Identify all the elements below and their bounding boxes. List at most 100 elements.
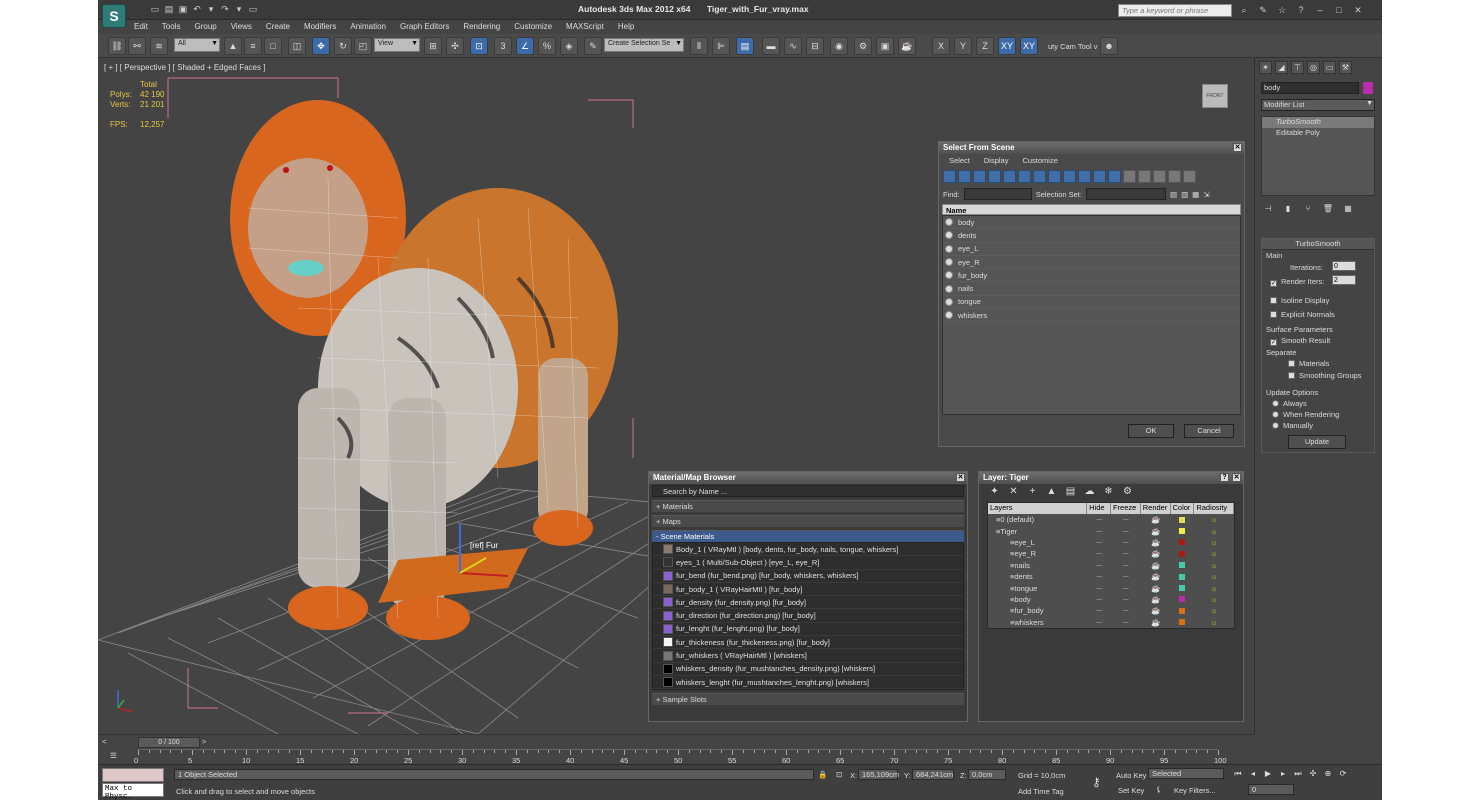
layer-render-toggle[interactable]: ☕	[1141, 537, 1171, 548]
undo-icon[interactable]: ↶	[192, 4, 202, 14]
mirror-icon[interactable]: ⫴	[690, 37, 708, 55]
select-by-name-icon[interactable]: ≡	[244, 37, 262, 55]
layer-color-cell[interactable]	[1171, 605, 1195, 616]
update-always-radio[interactable]	[1272, 400, 1279, 407]
layer-freeze-toggle[interactable]: ─	[1111, 605, 1141, 616]
modify-tab-icon[interactable]: ◢	[1275, 61, 1288, 74]
filter-frozen-icon[interactable]	[1093, 170, 1106, 183]
group-sample-slots[interactable]: + Sample Slots	[652, 693, 964, 706]
object-color-swatch[interactable]	[1363, 82, 1373, 94]
layer-radiosity-toggle[interactable]: ☼	[1194, 514, 1234, 525]
frame-ruler[interactable]: 0 5 10 15 20 25 30 35 40 45 50 55 60 65 70 75 80 85 90 95 10…	[134, 749, 1227, 765]
modifier-list-dropdown[interactable]: Modifier List	[1261, 99, 1375, 111]
save-file-icon[interactable]: ▣	[178, 4, 188, 14]
layer-freeze-toggle[interactable]: ─	[1111, 514, 1141, 525]
add-to-layer-icon[interactable]: +	[1027, 487, 1038, 498]
select-and-scale-icon[interactable]: ◰	[354, 37, 372, 55]
col-color[interactable]: Color	[1171, 503, 1195, 514]
favorites-star-icon[interactable]: ☆	[1276, 4, 1288, 16]
layer-freeze-toggle[interactable]: ─	[1111, 582, 1141, 593]
material-row[interactable]: fur_direction (fur_direction.png) [fur_b…	[653, 609, 963, 623]
group-materials[interactable]: + Materials	[652, 500, 964, 512]
iterations-spinner[interactable]: 0	[1332, 261, 1356, 272]
filter-bones-icon[interactable]	[1063, 170, 1076, 183]
select-invert-icon[interactable]: ▦	[1192, 190, 1199, 199]
layer-color-cell[interactable]	[1171, 582, 1195, 593]
rendered-frame-window-icon[interactable]: ▣	[876, 37, 894, 55]
separate-materials-checkbox[interactable]	[1288, 360, 1295, 367]
layer-render-toggle[interactable]: ☕	[1141, 514, 1171, 525]
layer-radiosity-toggle[interactable]: ☼	[1194, 571, 1234, 582]
remove-modifier-icon[interactable]: 🗑	[1321, 204, 1335, 216]
search-keyword-input[interactable]: Type a keyword or phrase	[1118, 4, 1232, 17]
material-row[interactable]: whiskers_lenght (fur_mushtanches_lenght.…	[653, 676, 963, 690]
object-list-item[interactable]: tongue	[943, 296, 1240, 310]
layer-hide-toggle[interactable]: ─	[1087, 617, 1111, 628]
layer-color-cell[interactable]	[1171, 594, 1195, 605]
project-folder-icon[interactable]: ▭	[248, 4, 258, 14]
col-hide[interactable]: Hide	[1087, 503, 1111, 514]
filter-lights-icon[interactable]	[973, 170, 986, 183]
y-coord-field[interactable]: 684,241cm	[912, 769, 954, 780]
pin-stack-icon[interactable]: ⊣	[1261, 204, 1275, 216]
isolate-selection-icon[interactable]: 🔒	[818, 770, 827, 779]
angle-snap-icon[interactable]: ∠	[516, 37, 534, 55]
menu-create[interactable]: Create	[266, 22, 290, 31]
hide-all-icon[interactable]: ☁	[1084, 487, 1095, 498]
next-frame-icon[interactable]: ▸	[1277, 768, 1289, 780]
col-freeze[interactable]: Freeze	[1111, 503, 1141, 514]
name-column-header[interactable]: Name	[942, 204, 1241, 215]
update-button[interactable]: Update	[1288, 435, 1346, 449]
layer-radiosity-toggle[interactable]: ☼	[1194, 605, 1234, 616]
layer-color-cell[interactable]	[1171, 525, 1195, 536]
display-tab-icon[interactable]: ▭	[1323, 61, 1336, 74]
axis-z-button[interactable]: Z	[976, 37, 994, 55]
layer-color-cell[interactable]	[1171, 617, 1195, 628]
filter-groups-icon[interactable]	[1033, 170, 1046, 183]
undo-dropdown-icon[interactable]: ▾	[206, 4, 216, 14]
layer-render-toggle[interactable]: ☕	[1141, 560, 1171, 571]
layer-manager-icon[interactable]: ▤	[736, 37, 754, 55]
display-invert-icon[interactable]	[1153, 170, 1166, 183]
time-slider[interactable]: 0 / 100	[138, 737, 200, 748]
unlink-icon[interactable]: ⚯	[128, 37, 146, 55]
hierarchy-tab-icon[interactable]: ⊤	[1291, 61, 1304, 74]
reference-coordinate-dropdown[interactable]: View	[374, 38, 420, 52]
app-logo[interactable]: S	[102, 4, 126, 28]
spinner-snap-icon[interactable]: ◈	[560, 37, 578, 55]
layer-render-toggle[interactable]: ☕	[1141, 525, 1171, 536]
layer-row[interactable]: ≡ 0 (default) ─ ─ ☕ ☼	[988, 514, 1234, 525]
material-row[interactable]: fur_density (fur_density.png) [fur_body]	[653, 596, 963, 610]
isoline-display-checkbox[interactable]	[1270, 297, 1277, 304]
help-icon[interactable]: ?	[1295, 4, 1307, 16]
material-row[interactable]: fur_lenght (fur_lenght.png) [fur_body]	[653, 623, 963, 637]
layer-hide-toggle[interactable]: ─	[1087, 594, 1111, 605]
absolute-mode-icon[interactable]: ⊡	[836, 770, 842, 779]
utilities-tab-icon[interactable]: ⚒	[1339, 61, 1352, 74]
material-row[interactable]: fur_bend (fur_bend.png) [fur_body, whisk…	[653, 570, 963, 583]
communication-center-icon[interactable]: ✎	[1257, 4, 1269, 16]
snaps-toggle-icon[interactable]: 3	[494, 37, 512, 55]
stack-item-editable-poly[interactable]: Editable Poly	[1262, 128, 1374, 139]
filter-containers-icon[interactable]	[1078, 170, 1091, 183]
layer-hide-toggle[interactable]: ─	[1087, 525, 1111, 536]
update-manually-radio[interactable]	[1272, 422, 1279, 429]
menu-edit[interactable]: Edit	[134, 22, 148, 31]
cancel-button[interactable]: Cancel	[1184, 424, 1234, 438]
timeline-right-arrow[interactable]: >	[202, 737, 206, 746]
viewport-label[interactable]: [ + ] [ Perspective ] [ Shaded + Edged F…	[104, 63, 265, 72]
select-all-icon[interactable]: ▤	[1170, 190, 1177, 199]
layer-radiosity-toggle[interactable]: ☼	[1194, 560, 1234, 571]
layer-render-toggle[interactable]: ☕	[1141, 617, 1171, 628]
auto-key-button[interactable]: Auto Key	[1116, 771, 1146, 780]
smooth-result-checkbox[interactable]: ✓	[1270, 339, 1277, 346]
layer-properties-icon[interactable]: ⚙	[1122, 487, 1133, 498]
configure-sets-icon[interactable]: ▦	[1341, 204, 1355, 216]
rollout-title[interactable]: TurboSmooth	[1262, 239, 1374, 250]
filter-shapes-icon[interactable]	[958, 170, 971, 183]
layer-render-toggle[interactable]: ☕	[1141, 571, 1171, 582]
show-end-result-icon[interactable]: ▮	[1281, 204, 1295, 216]
window-crossing-icon[interactable]: ◫	[288, 37, 306, 55]
menu-graph-editors[interactable]: Graph Editors	[400, 22, 449, 31]
layer-hide-toggle[interactable]: ─	[1087, 605, 1111, 616]
